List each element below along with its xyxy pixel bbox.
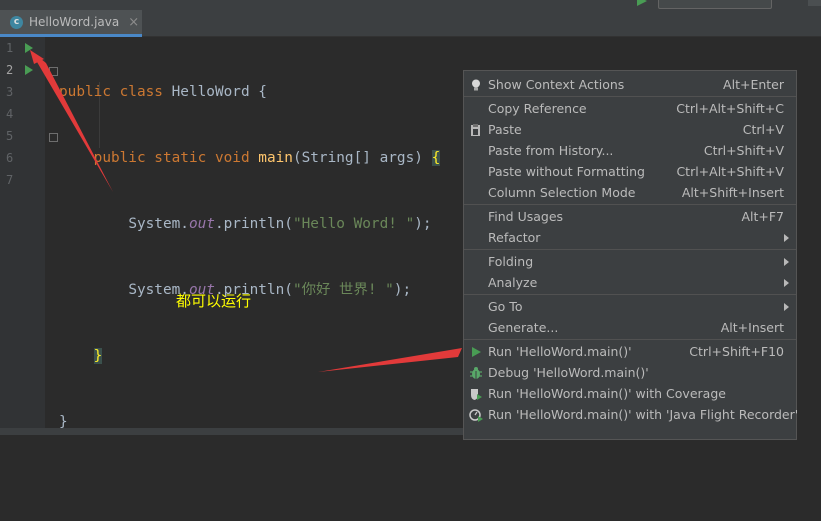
submenu-arrow-icon bbox=[784, 233, 789, 242]
flight-recorder-icon bbox=[469, 409, 483, 422]
editor-tab-bar: c HelloWord.java × bbox=[0, 0, 821, 37]
close-icon[interactable]: × bbox=[128, 16, 139, 29]
menu-item-generate[interactable]: Generate... Alt+Insert bbox=[464, 317, 796, 338]
menu-separator bbox=[464, 294, 796, 295]
editor-horizontal-scrollbar[interactable] bbox=[0, 428, 463, 435]
coverage-shield-icon bbox=[471, 389, 482, 400]
lightbulb-icon bbox=[472, 79, 480, 91]
menu-separator bbox=[464, 339, 796, 340]
tab-label: HelloWord.java bbox=[29, 15, 120, 29]
run-icon[interactable] bbox=[637, 0, 649, 6]
tab-helloword-java[interactable]: c HelloWord.java × bbox=[0, 10, 142, 37]
line-number: 7 bbox=[6, 173, 14, 187]
menu-item-folding[interactable]: Folding bbox=[464, 251, 796, 272]
menu-item-refactor[interactable]: Refactor bbox=[464, 227, 796, 248]
java-class-icon: c bbox=[10, 15, 23, 29]
menu-item-paste-from-history[interactable]: Paste from History... Ctrl+Shift+V bbox=[464, 140, 796, 161]
submenu-arrow-icon bbox=[784, 257, 789, 266]
menu-item-debug-main[interactable]: Debug 'HelloWord.main()' bbox=[464, 362, 796, 383]
run-class-gutter-icon[interactable] bbox=[25, 43, 33, 53]
run-icon bbox=[472, 347, 481, 357]
menu-separator bbox=[464, 249, 796, 250]
submenu-arrow-icon bbox=[784, 302, 789, 311]
menu-item-run-with-coverage[interactable]: Run 'HelloWord.main()' with Coverage bbox=[464, 383, 796, 404]
run-configuration-selector[interactable] bbox=[658, 0, 772, 9]
menu-item-column-selection-mode[interactable]: Column Selection Mode Alt+Shift+Insert bbox=[464, 182, 796, 203]
line-number: 2 bbox=[6, 63, 14, 77]
line-number: 6 bbox=[6, 151, 14, 165]
menu-item-run-main[interactable]: Run 'HelloWord.main()' Ctrl+Shift+F10 bbox=[464, 341, 796, 362]
line-number: 5 bbox=[6, 129, 14, 143]
code-line: System.out.println("Hello Word! "); bbox=[128, 216, 432, 232]
menu-item-analyze[interactable]: Analyze bbox=[464, 272, 796, 293]
menu-separator bbox=[464, 204, 796, 205]
matched-brace: } bbox=[93, 348, 103, 364]
menu-item-paste-without-formatting[interactable]: Paste without Formatting Ctrl+Alt+Shift+… bbox=[464, 161, 796, 182]
clipboard-icon bbox=[471, 124, 480, 136]
line-number: 4 bbox=[6, 107, 14, 121]
menu-item-go-to[interactable]: Go To bbox=[464, 296, 796, 317]
run-main-gutter-icon[interactable] bbox=[25, 65, 33, 75]
fold-collapse-icon[interactable] bbox=[49, 133, 58, 142]
line-number: 3 bbox=[6, 85, 14, 99]
line-number: 1 bbox=[6, 41, 14, 55]
menu-item-show-context-actions[interactable]: Show Context Actions Alt+Enter bbox=[464, 74, 796, 95]
code-line: public static void main(String[] args) { bbox=[93, 150, 441, 166]
menu-item-run-with-flight-recorder[interactable]: Run 'HelloWord.main()' with 'Java Flight… bbox=[464, 404, 798, 425]
editor-context-menu: Show Context Actions Alt+Enter Copy Refe… bbox=[463, 70, 798, 440]
code-line: } bbox=[59, 345, 440, 367]
fold-collapse-icon[interactable] bbox=[49, 67, 58, 76]
debug-bug-icon bbox=[470, 367, 482, 379]
annotation-text: 都可以运行 bbox=[176, 292, 252, 310]
code-editor[interactable]: public class HelloWord { public static v… bbox=[59, 37, 441, 521]
menu-item-copy-reference[interactable]: Copy Reference Ctrl+Alt+Shift+C bbox=[464, 98, 796, 119]
matched-brace: { bbox=[431, 150, 441, 166]
menu-item-paste[interactable]: Paste Ctrl+V bbox=[464, 119, 796, 140]
menu-item-find-usages[interactable]: Find Usages Alt+F7 bbox=[464, 206, 796, 227]
code-line: public class HelloWord { bbox=[59, 84, 267, 100]
editor-gutter: 1 2 3 4 5 6 7 bbox=[0, 37, 45, 435]
menu-separator bbox=[464, 96, 796, 97]
toolbar-scroll-handle[interactable] bbox=[808, 0, 821, 6]
submenu-arrow-icon bbox=[784, 278, 789, 287]
